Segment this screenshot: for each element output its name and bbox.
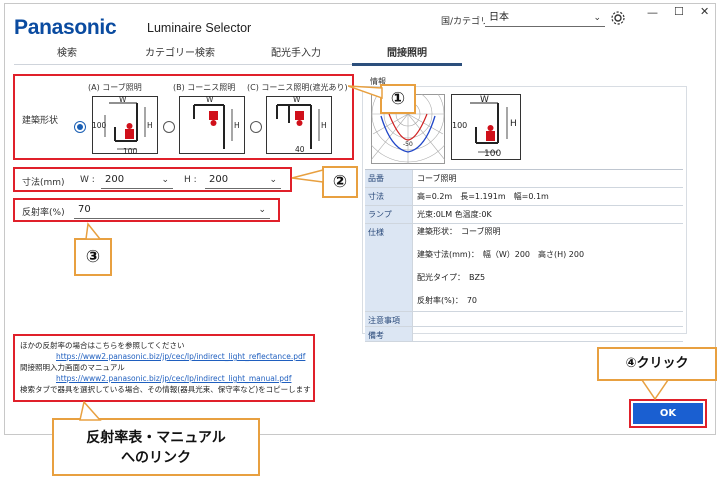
links-box: ほかの反射率の場合はこちらを参照してください https://www2.pana… [20, 340, 312, 395]
shape-option-c-radio[interactable] [250, 121, 262, 133]
shape-option-b-label: (B) コーニス照明 [173, 83, 236, 92]
reflectance-pdf-link[interactable]: https://www2.panasonic.biz/jp/cec/lp/ind… [20, 351, 312, 362]
info-table: 品番 コーブ照明 寸法 高=0.2m 長=1.191m 幅=0.1m ランプ 光… [365, 169, 683, 342]
callout-3: ③ [74, 238, 112, 276]
callout-links-pointer [79, 401, 102, 421]
cove-diagram: W H 100 100 [92, 95, 158, 156]
ok-button[interactable]: OK [633, 403, 703, 424]
size-label: 寸法(mm) [22, 178, 65, 188]
shape-label: 建築形状 [22, 116, 59, 126]
tab-category-search[interactable]: カテゴリー検索 [120, 44, 240, 64]
tab-light-distribution-input[interactable]: 配光手入力 [240, 44, 352, 64]
callout-2-pointer [291, 169, 324, 183]
app-title: Luminaire Selector [147, 21, 252, 35]
tab-bar: 検索 カテゴリー検索 配光手入力 間接照明 [14, 44, 462, 66]
close-button[interactable]: ✕ [700, 5, 709, 18]
selected-cove-diagram: W H 100 100 [451, 94, 521, 160]
brand-logo: Panasonic [14, 16, 117, 39]
callout-1: ① [380, 84, 416, 114]
table-row: 寸法 高=0.2m 長=1.191m 幅=0.1m [365, 188, 683, 206]
width-label: W : [80, 175, 95, 185]
callout-links-note: 反射率表・マニュアル へのリンク [52, 418, 260, 476]
callout-4-pointer [640, 379, 670, 401]
minimize-button[interactable]: — [647, 6, 658, 19]
table-row: ランプ 光束:0LM 色温度:0K [365, 206, 683, 224]
cornice-diagram: W H [179, 95, 245, 154]
chevron-down-icon: ⌄ [593, 13, 601, 23]
tab-active-indicator [352, 63, 462, 66]
chevron-down-icon: ⌄ [269, 175, 277, 185]
shape-option-b-radio[interactable] [163, 121, 175, 133]
callout-4-click: ④クリック [597, 347, 717, 381]
callout-3-pointer [85, 222, 102, 240]
country-label: 国/カテゴリ [441, 17, 490, 27]
callout-2: ② [322, 166, 358, 198]
copy-note: 検索タブで器具を選択している場合、その情報(器具光束、保守率など)をコピーします [20, 385, 311, 394]
callout-1-pointer [348, 85, 383, 100]
height-select[interactable]: 200 ⌄ [205, 172, 281, 189]
svg-text:-50: -50 [403, 141, 413, 148]
shape-option-a-radio[interactable] [74, 121, 86, 133]
maximize-button[interactable]: ☐ [674, 5, 684, 18]
tab-indirect-lighting[interactable]: 間接照明 [352, 44, 462, 64]
manual-link-caption: 間接照明入力画面のマニュアル [20, 363, 125, 372]
height-label: H : [184, 175, 197, 185]
width-select[interactable]: 200 ⌄ [101, 172, 173, 189]
table-row: 仕様 建築形状： コーブ照明 建築寸法(mm)： 幅（W）200 高さ(H) 2… [365, 224, 683, 312]
chevron-down-icon: ⌄ [258, 205, 266, 215]
table-row: 注意事項 [365, 312, 683, 327]
reflectance-select[interactable]: 70 ⌄ [74, 202, 270, 219]
chevron-down-icon: ⌄ [161, 175, 169, 185]
shape-option-c-label: (C) コーニス照明(遮光あり) [247, 83, 348, 92]
reflectance-link-caption: ほかの反射率の場合はこちらを参照してください [20, 341, 185, 350]
country-value: 日本 [489, 12, 509, 23]
reflectance-label: 反射率(%) [22, 208, 65, 218]
tab-search[interactable]: 検索 [14, 44, 120, 64]
manual-pdf-link[interactable]: https://www2.panasonic.biz/jp/cec/lp/ind… [20, 373, 312, 384]
country-select[interactable]: 日本 ⌄ [485, 10, 605, 27]
cornice-shaded-diagram: W H 40 [266, 95, 332, 154]
table-row: 品番 コーブ照明 [365, 170, 683, 188]
gear-icon[interactable] [610, 10, 626, 26]
shape-option-a-label: (A) コーブ照明 [88, 83, 142, 92]
table-row: 備考 [365, 327, 683, 342]
